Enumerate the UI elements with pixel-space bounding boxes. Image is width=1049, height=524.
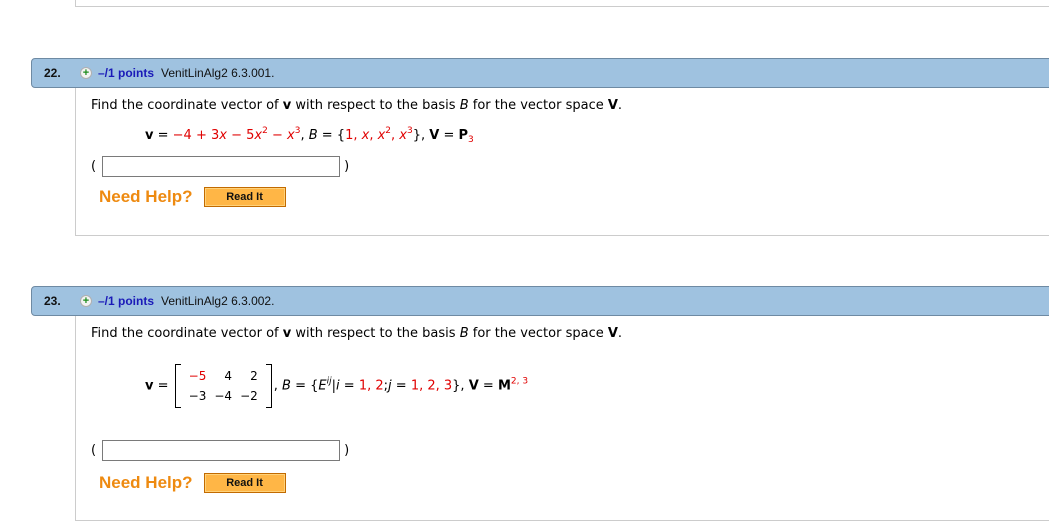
read-it-button[interactable]: Read It	[203, 187, 286, 207]
previous-question-box	[75, 0, 1049, 7]
matrix-cell: −5	[188, 369, 207, 383]
question-header: 23. + –/1 points VenitLinAlg2 6.3.002.	[31, 286, 1049, 316]
math-expression: v = −5 4 2 −3 −4 −2, B = {Eij|i = 1, 2;j = 1,…	[145, 364, 528, 408]
question-number: 23.	[44, 294, 61, 308]
question-22: 22. + –/1 points VenitLinAlg2 6.3.001. F…	[31, 58, 1049, 236]
answer-row: ( )	[91, 440, 349, 461]
question-23: 23. + –/1 points VenitLinAlg2 6.3.002. F…	[31, 286, 1049, 521]
need-help-label: Need Help?	[99, 187, 193, 206]
question-body: Find the coordinate vector of v with res…	[75, 88, 1049, 236]
matrix-cell: −2	[240, 389, 258, 403]
read-it-button[interactable]: Read It	[203, 473, 286, 493]
answer-row: ( )	[91, 156, 349, 177]
left-bracket	[174, 364, 181, 408]
need-help-label: Need Help?	[99, 473, 193, 492]
need-help-row: Need Help? Read It	[99, 187, 286, 207]
points-label: –/1 points	[98, 294, 155, 308]
points-label: –/1 points	[98, 66, 155, 80]
expand-plus-icon[interactable]: +	[80, 295, 92, 307]
matrix-cell: −4	[214, 389, 233, 403]
matrix-cell: 4	[224, 369, 233, 383]
right-bracket	[265, 364, 272, 408]
answer-input[interactable]	[102, 440, 341, 461]
open-paren: (	[91, 159, 97, 174]
question-prompt: Find the coordinate vector of v with res…	[91, 326, 623, 341]
question-prompt: Find the coordinate vector of v with res…	[91, 98, 623, 113]
expand-plus-icon[interactable]: +	[80, 67, 92, 79]
matrix-v: −5 4 2 −3 −4 −2	[174, 364, 272, 408]
question-header: 22. + –/1 points VenitLinAlg2 6.3.001.	[31, 58, 1049, 88]
question-body: Find the coordinate vector of v with res…	[75, 316, 1049, 521]
matrix-cell: −3	[188, 389, 207, 403]
question-number: 22.	[44, 66, 61, 80]
need-help-row: Need Help? Read It	[99, 473, 286, 493]
close-paren: )	[344, 443, 350, 458]
question-id: VenitLinAlg2 6.3.001.	[161, 66, 275, 80]
math-expression: v = −4 + 3x − 5x2 − x3, B = {1, x, x2, x…	[145, 126, 474, 145]
open-paren: (	[91, 443, 97, 458]
close-paren: )	[344, 159, 350, 174]
answer-input[interactable]	[102, 156, 341, 177]
matrix-cell: 2	[250, 369, 258, 383]
question-id: VenitLinAlg2 6.3.002.	[161, 294, 275, 308]
